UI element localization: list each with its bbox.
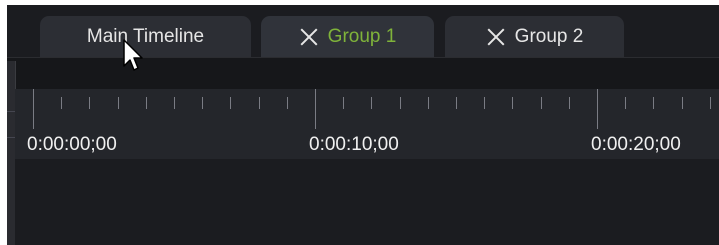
tab-group-1[interactable]: Group 1: [261, 16, 434, 57]
ruler-time-label: 0:00:00;00: [27, 134, 117, 155]
time-ruler[interactable]: 0:00:00;00 0:00:10;00 0:00:20;00: [15, 89, 719, 159]
tab-label: Group 1: [327, 25, 397, 47]
tab-group-2[interactable]: Group 2: [445, 16, 624, 57]
timeline-tab-bar: Main Timeline Group 1 Group 2: [7, 5, 719, 57]
mouse-pointer-icon: [123, 39, 143, 71]
ruler-time-label: 0:00:20;00: [591, 134, 681, 155]
track-header-divider: [7, 119, 15, 138]
ruler-time-label: 0:00:10;00: [309, 134, 399, 155]
timeline-track-area[interactable]: [15, 159, 719, 245]
track-header-divider: [7, 93, 15, 112]
close-icon[interactable]: [486, 27, 506, 47]
timeline-panel: Main Timeline Group 1 Group 2 0:00:00;00…: [7, 5, 719, 245]
close-icon[interactable]: [299, 27, 319, 47]
timeline-toolbar-strip: [7, 57, 719, 90]
tab-label: Group 2: [514, 25, 584, 47]
